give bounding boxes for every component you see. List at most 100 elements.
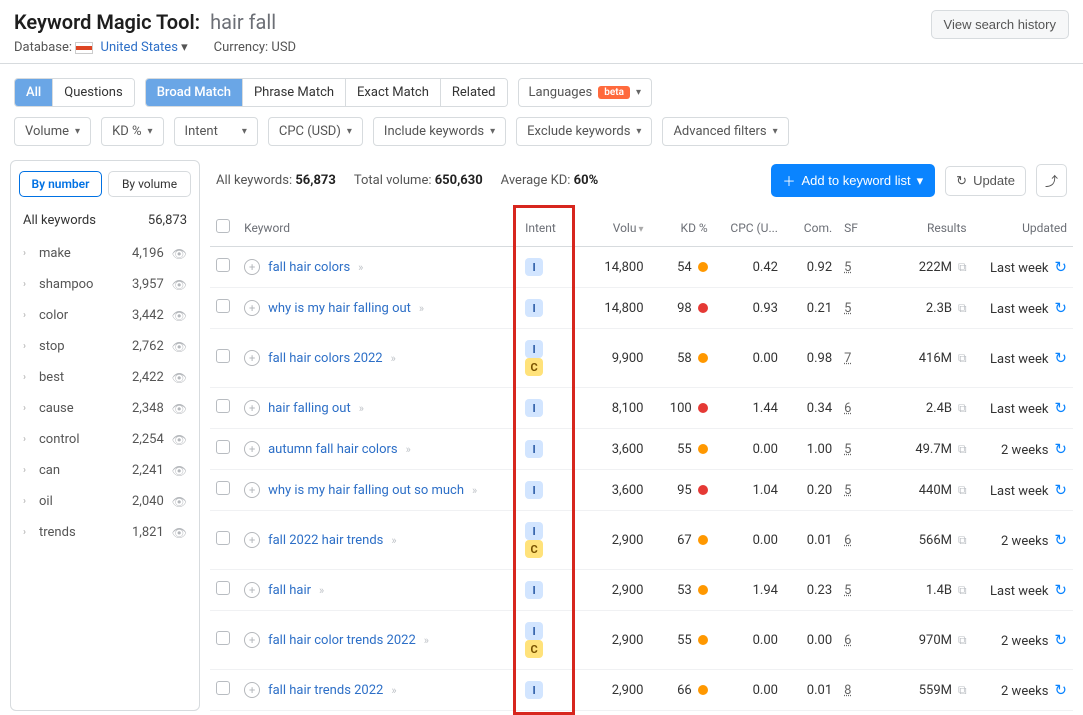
refresh-icon[interactable]: ↻ xyxy=(1054,399,1067,417)
sidebar-item[interactable]: ›color3,442👁 xyxy=(17,300,193,331)
export-button[interactable]: ⤴ xyxy=(1036,164,1067,197)
refresh-icon[interactable]: ↻ xyxy=(1054,349,1067,367)
col-keyword[interactable]: Keyword xyxy=(238,209,519,247)
external-link-icon[interactable]: ⧉ xyxy=(958,483,967,498)
sidebar-item[interactable]: ›oil2,040👁 xyxy=(17,486,193,517)
keyword-link[interactable]: fall 2022 hair trends xyxy=(268,533,383,548)
add-to-keyword-list-button[interactable]: ＋ Add to keyword list ▾ xyxy=(771,164,936,197)
sidebar-item[interactable]: ›shampoo3,957👁 xyxy=(17,269,193,300)
keyword-link[interactable]: fall hair colors xyxy=(268,260,350,275)
col-intent[interactable]: Intent xyxy=(519,209,569,247)
external-link-icon[interactable]: ⧉ xyxy=(958,533,967,548)
eye-icon[interactable]: 👁 xyxy=(172,278,187,292)
refresh-icon[interactable]: ↻ xyxy=(1054,631,1067,649)
keyword-link[interactable]: autumn fall hair colors xyxy=(268,442,398,457)
external-link-icon[interactable]: ⧉ xyxy=(958,260,967,275)
eye-icon[interactable]: 👁 xyxy=(172,464,187,478)
external-link-icon[interactable]: ⧉ xyxy=(958,301,967,316)
add-keyword-icon[interactable]: + xyxy=(244,682,260,698)
add-keyword-icon[interactable]: + xyxy=(244,300,260,316)
refresh-icon[interactable]: ↻ xyxy=(1054,531,1067,549)
keyword-link[interactable]: fall hair xyxy=(268,583,311,598)
keyword-link[interactable]: fall hair colors 2022 xyxy=(268,351,383,366)
add-keyword-icon[interactable]: + xyxy=(244,532,260,548)
tab-all[interactable]: All xyxy=(15,79,53,106)
external-link-icon[interactable]: ⧉ xyxy=(958,683,967,698)
tab-related[interactable]: Related xyxy=(441,79,507,106)
external-link-icon[interactable]: ⧉ xyxy=(958,583,967,598)
row-checkbox[interactable] xyxy=(216,399,230,413)
row-checkbox[interactable] xyxy=(216,531,230,545)
select-all-checkbox[interactable] xyxy=(216,219,230,233)
filter-volume[interactable]: Volume▾ xyxy=(14,117,91,146)
row-checkbox[interactable] xyxy=(216,349,230,363)
sidebar-item[interactable]: ›trends1,821👁 xyxy=(17,517,193,548)
refresh-icon[interactable]: ↻ xyxy=(1054,681,1067,699)
eye-icon[interactable]: 👁 xyxy=(172,433,187,447)
sidebar-item[interactable]: ›best2,422👁 xyxy=(17,362,193,393)
refresh-icon[interactable]: ↻ xyxy=(1054,481,1067,499)
refresh-icon[interactable]: ↻ xyxy=(1054,581,1067,599)
keyword-link[interactable]: hair falling out xyxy=(268,401,351,416)
row-checkbox[interactable] xyxy=(216,681,230,695)
eye-icon[interactable]: 👁 xyxy=(172,340,187,354)
eye-icon[interactable]: 👁 xyxy=(172,309,187,323)
languages-dropdown[interactable]: Languages beta ▾ xyxy=(518,78,652,107)
keyword-link[interactable]: why is my hair falling out xyxy=(268,301,411,316)
external-link-icon[interactable]: ⧉ xyxy=(958,401,967,416)
add-keyword-icon[interactable]: + xyxy=(244,259,260,275)
keyword-link[interactable]: why is my hair falling out so much xyxy=(268,483,464,498)
filter-exclude[interactable]: Exclude keywords▾ xyxy=(516,117,652,146)
add-keyword-icon[interactable]: + xyxy=(244,582,260,598)
keyword-link[interactable]: fall hair color trends 2022 xyxy=(268,633,416,648)
external-link-icon[interactable]: ⧉ xyxy=(958,351,967,366)
eye-icon[interactable]: 👁 xyxy=(172,526,187,540)
add-keyword-icon[interactable]: + xyxy=(244,441,260,457)
add-keyword-icon[interactable]: + xyxy=(244,350,260,366)
col-cpc[interactable]: CPC (U... xyxy=(714,209,784,247)
row-checkbox[interactable] xyxy=(216,440,230,454)
col-volume[interactable]: Volu▾ xyxy=(569,209,649,247)
database-selector[interactable]: Database: United States ▾ xyxy=(14,40,188,55)
external-link-icon[interactable]: ⧉ xyxy=(958,633,967,648)
add-keyword-icon[interactable]: + xyxy=(244,632,260,648)
filter-kd[interactable]: KD %▾ xyxy=(101,117,163,146)
sidebar-item[interactable]: ›control2,254👁 xyxy=(17,424,193,455)
col-kd[interactable]: KD % xyxy=(650,209,714,247)
row-checkbox[interactable] xyxy=(216,299,230,313)
filter-include[interactable]: Include keywords▾ xyxy=(373,117,506,146)
side-tab-by-volume[interactable]: By volume xyxy=(108,171,191,197)
sidebar-item[interactable]: ›make4,196👁 xyxy=(17,238,193,269)
col-sf[interactable]: SF xyxy=(838,209,882,247)
sidebar-item[interactable]: ›can2,241👁 xyxy=(17,455,193,486)
eye-icon[interactable]: 👁 xyxy=(172,402,187,416)
add-keyword-icon[interactable]: + xyxy=(244,482,260,498)
filter-intent[interactable]: Intent▾ xyxy=(174,117,258,146)
sidebar-all-keywords[interactable]: All keywords 56,873 xyxy=(17,207,193,238)
filter-cpc[interactable]: CPC (USD)▾ xyxy=(268,117,363,146)
sidebar-item[interactable]: ›stop2,762👁 xyxy=(17,331,193,362)
row-checkbox[interactable] xyxy=(216,258,230,272)
tab-phrase-match[interactable]: Phrase Match xyxy=(243,79,346,106)
col-results[interactable]: Results xyxy=(882,209,972,247)
eye-icon[interactable]: 👁 xyxy=(172,371,187,385)
keyword-link[interactable]: fall hair trends 2022 xyxy=(268,683,383,698)
row-checkbox[interactable] xyxy=(216,481,230,495)
eye-icon[interactable]: 👁 xyxy=(172,495,187,509)
sidebar-item[interactable]: ›cause2,348👁 xyxy=(17,393,193,424)
side-tab-by-number[interactable]: By number xyxy=(19,171,102,197)
refresh-icon[interactable]: ↻ xyxy=(1054,258,1067,276)
refresh-icon[interactable]: ↻ xyxy=(1054,440,1067,458)
eye-icon[interactable]: 👁 xyxy=(172,247,187,261)
refresh-icon[interactable]: ↻ xyxy=(1054,299,1067,317)
row-checkbox[interactable] xyxy=(216,631,230,645)
update-button[interactable]: ↻ Update xyxy=(945,166,1026,196)
col-com[interactable]: Com. xyxy=(784,209,838,247)
tab-broad-match[interactable]: Broad Match xyxy=(146,79,243,106)
row-checkbox[interactable] xyxy=(216,581,230,595)
filter-advanced[interactable]: Advanced filters▾ xyxy=(662,117,788,146)
view-history-button[interactable]: View search history xyxy=(931,10,1069,39)
external-link-icon[interactable]: ⧉ xyxy=(958,442,967,457)
col-updated[interactable]: Updated xyxy=(973,209,1073,247)
tab-exact-match[interactable]: Exact Match xyxy=(346,79,441,106)
